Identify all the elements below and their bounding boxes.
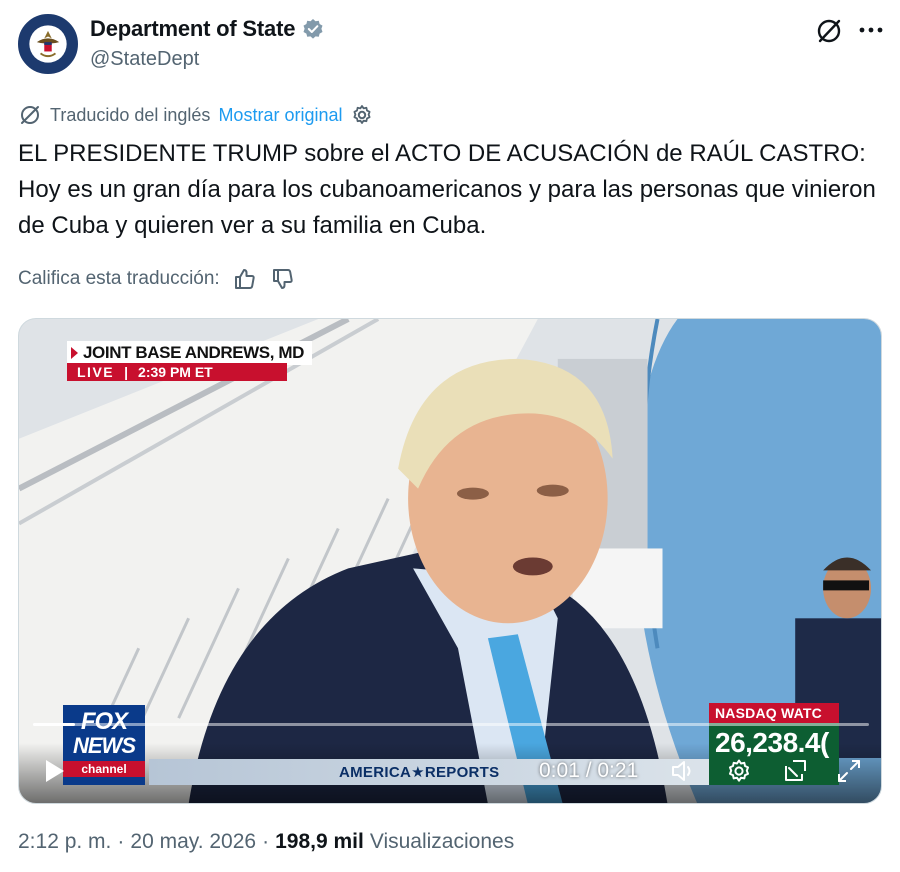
translation-row: Traducido del inglés Mostrar original <box>18 103 374 127</box>
handle[interactable]: @StateDept <box>90 48 199 71</box>
translate-icon <box>18 103 42 127</box>
video-time: 0:01 / 0:21 <box>539 759 639 782</box>
translated-from-label: Traducido del inglés <box>50 104 211 125</box>
video-player[interactable]: JOINT BASE ANDREWS, MD LIVE | 2:39 PM ET… <box>18 318 882 804</box>
video-progress-bar[interactable] <box>33 723 869 726</box>
verified-badge-icon[interactable] <box>302 18 324 40</box>
channel-logo-top: FOX <box>80 708 128 735</box>
gear-icon[interactable] <box>350 103 374 127</box>
live-time: 2:39 PM ET <box>138 364 213 380</box>
avatar[interactable] <box>18 14 78 74</box>
nasdaq-value: 26,238.4( <box>715 727 829 758</box>
location-banner: JOINT BASE ANDREWS, MD <box>67 341 313 365</box>
location-arrow-icon <box>71 347 78 359</box>
location-text: JOINT BASE ANDREWS, MD <box>83 343 305 362</box>
slashed-circle-icon[interactable] <box>814 16 844 46</box>
tweet-text: EL PRESIDENTE TRUMP sobre el ACTO DE ACU… <box>18 140 876 239</box>
play-icon[interactable] <box>43 757 67 785</box>
gear-icon[interactable] <box>725 757 753 785</box>
live-banner: LIVE | 2:39 PM ET <box>67 363 287 381</box>
post-time[interactable]: 2:12 p. m. <box>18 830 111 854</box>
post-date[interactable]: 20 may. 2026 <box>130 830 256 854</box>
channel-logo-mid: NEWS <box>73 733 136 758</box>
picture-in-picture-icon[interactable] <box>781 757 809 785</box>
meta-separator: · <box>117 830 125 853</box>
video-progress-fill <box>33 723 75 726</box>
live-divider: | <box>124 364 129 380</box>
video-controls: 0:01 / 0:21 <box>19 755 881 791</box>
display-name[interactable]: Department of State <box>90 16 295 42</box>
name-row: Department of State <box>90 16 324 42</box>
nasdaq-label: NASDAQ WATC <box>709 703 839 723</box>
thumbs-up-icon[interactable] <box>232 266 258 292</box>
views-count: 198,9 mil <box>275 830 364 853</box>
volume-icon[interactable] <box>669 757 697 785</box>
rate-translation-row: Califica esta traducción: <box>18 266 296 292</box>
fullscreen-icon[interactable] <box>835 757 863 785</box>
meta-separator: · <box>262 830 270 853</box>
tweet-meta: 2:12 p. m. · 20 may. 2026 · 198,9 mil Vi… <box>18 830 514 854</box>
rate-translation-label: Califica esta traducción: <box>18 268 220 289</box>
seal-icon <box>20 16 76 72</box>
show-original-link[interactable]: Mostrar original <box>218 105 342 126</box>
tweet-header: Department of State @StateDept <box>0 0 900 100</box>
thumbs-down-icon[interactable] <box>270 266 296 292</box>
views-label: Visualizaciones <box>369 830 515 853</box>
more-dots-icon[interactable] <box>856 20 886 40</box>
live-label: LIVE <box>77 364 115 380</box>
